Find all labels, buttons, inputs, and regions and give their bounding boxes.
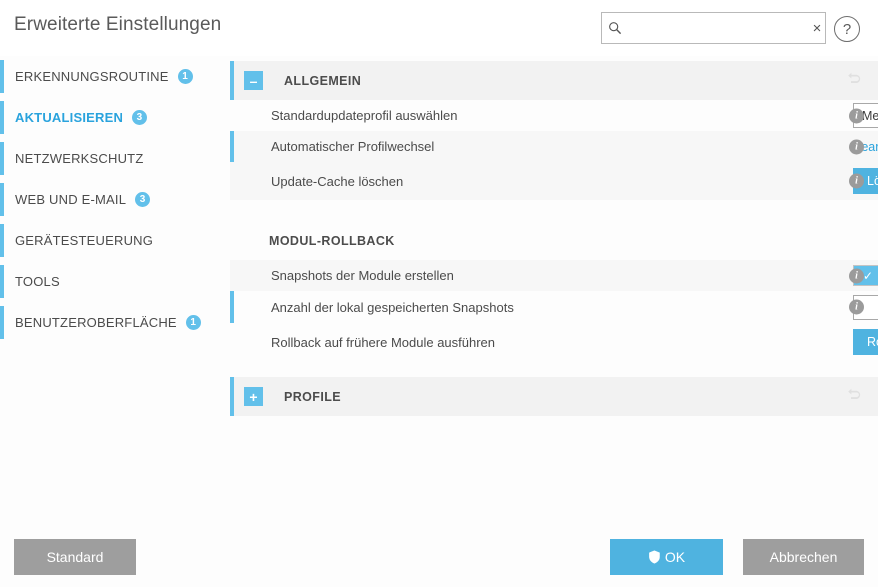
sidebar-item-label: BENUTZEROBERFLÄCHE xyxy=(15,315,177,330)
undo-icon[interactable] xyxy=(847,70,863,91)
sidebar-item-label: NETZWERKSCHUTZ xyxy=(15,151,143,166)
row-label: Anzahl der lokal gespeicherten Snapshots xyxy=(271,300,514,315)
section-title: ALLGEMEIN xyxy=(284,74,361,88)
standard-button[interactable]: Standard xyxy=(14,539,136,575)
row-control: Rollback xyxy=(853,329,878,355)
sidebar-item-badge: 3 xyxy=(132,110,147,125)
ok-button[interactable]: OK xyxy=(610,539,723,575)
sidebar-item-tools[interactable]: TOOLS xyxy=(0,261,230,302)
search-input[interactable] xyxy=(628,14,804,42)
shield-icon xyxy=(648,550,661,564)
section-accent-bar xyxy=(230,377,234,416)
expand-plus-icon[interactable]: + xyxy=(244,387,263,406)
row-label: Standardupdateprofil auswählen xyxy=(271,108,457,123)
sidebar: ERKENNUNGSROUTINE 1 AKTUALISIEREN 3 NETZ… xyxy=(0,56,230,527)
sidebar-item-badge: 1 xyxy=(186,315,201,330)
sidebar-item-label: GERÄTESTEUERUNG xyxy=(15,233,153,248)
section-spacer xyxy=(230,361,878,377)
sidebar-item-aktualisieren[interactable]: AKTUALISIEREN 3 xyxy=(0,97,230,138)
window-header: Erweiterte Einstellungen × ? xyxy=(0,0,878,56)
subsection-title-modul-rollback: MODUL-ROLLBACK xyxy=(230,222,878,260)
info-icon[interactable]: i xyxy=(849,139,864,154)
page-title: Erweiterte Einstellungen xyxy=(14,14,221,36)
rollback-button[interactable]: Rollback xyxy=(853,329,878,355)
section-title: PROFILE xyxy=(284,390,341,404)
section-accent-bar xyxy=(230,61,234,100)
advanced-settings-window: Erweiterte Einstellungen × ? ERKENNUNGSR… xyxy=(0,0,878,587)
sidebar-item-label: ERKENNUNGSROUTINE xyxy=(15,69,169,84)
window-footer: Standard OK Abbrechen xyxy=(0,527,878,587)
row-create-module-snapshots: Snapshots der Module erstellen ✓ i xyxy=(230,260,878,291)
sidebar-item-benutzeroberflaeche[interactable]: BENUTZEROBERFLÄCHE 1 xyxy=(0,302,230,343)
row-label: Snapshots der Module erstellen xyxy=(271,268,454,283)
section-spacer xyxy=(230,200,878,222)
sidebar-item-badge: 3 xyxy=(135,192,150,207)
sidebar-item-geraetesteuerung[interactable]: GERÄTESTEUERUNG xyxy=(0,220,230,261)
row-clear-update-cache: Update-Cache löschen Löschen i xyxy=(230,162,878,200)
sidebar-item-netzwerkschutz[interactable]: NETZWERKSCHUTZ xyxy=(0,138,230,179)
row-default-update-profile: Standardupdateprofil auswählen Mein Prof… xyxy=(230,100,878,131)
sidebar-item-label: WEB UND E-MAIL xyxy=(15,192,126,207)
info-icon[interactable]: i xyxy=(849,108,864,123)
row-snapshot-count: Anzahl der lokal gespeicherten Snapshots… xyxy=(230,291,878,323)
clear-search-icon[interactable]: × xyxy=(804,13,830,43)
sidebar-item-badge: 1 xyxy=(178,69,193,84)
section-header-allgemein[interactable]: – ALLGEMEIN xyxy=(230,61,878,100)
section-header-profile[interactable]: + PROFILE xyxy=(230,377,878,416)
help-button[interactable]: ? xyxy=(834,16,860,42)
sidebar-item-web-und-email[interactable]: WEB UND E-MAIL 3 xyxy=(0,179,230,220)
undo-icon[interactable] xyxy=(847,386,863,407)
settings-content: – ALLGEMEIN Standardupdateprofil auswähl… xyxy=(230,56,878,527)
update-profile-select-value: Mein Profil xyxy=(862,109,878,123)
info-icon[interactable]: i xyxy=(849,300,864,315)
row-rollback-modules: Rollback auf frühere Module ausführen Ro… xyxy=(230,323,878,361)
ok-button-label: OK xyxy=(665,549,685,565)
sidebar-item-erkennungsroutine[interactable]: ERKENNUNGSROUTINE 1 xyxy=(0,56,230,97)
sidebar-item-label: AKTUALISIEREN xyxy=(15,110,123,125)
search-box[interactable]: × xyxy=(601,12,826,44)
row-label: Rollback auf frühere Module ausführen xyxy=(271,335,495,350)
cancel-button[interactable]: Abbrechen xyxy=(743,539,864,575)
row-label: Automatischer Profilwechsel xyxy=(271,139,434,154)
row-label: Update-Cache löschen xyxy=(271,174,403,189)
row-automatic-profile-switch: Automatischer Profilwechsel Bearbeiten i xyxy=(230,131,878,162)
search-icon xyxy=(602,13,628,43)
info-icon[interactable]: i xyxy=(849,268,864,283)
sidebar-item-label: TOOLS xyxy=(15,274,60,289)
window-body: ERKENNUNGSROUTINE 1 AKTUALISIEREN 3 NETZ… xyxy=(0,56,878,527)
info-icon[interactable]: i xyxy=(849,174,864,189)
collapse-minus-icon[interactable]: – xyxy=(244,71,263,90)
